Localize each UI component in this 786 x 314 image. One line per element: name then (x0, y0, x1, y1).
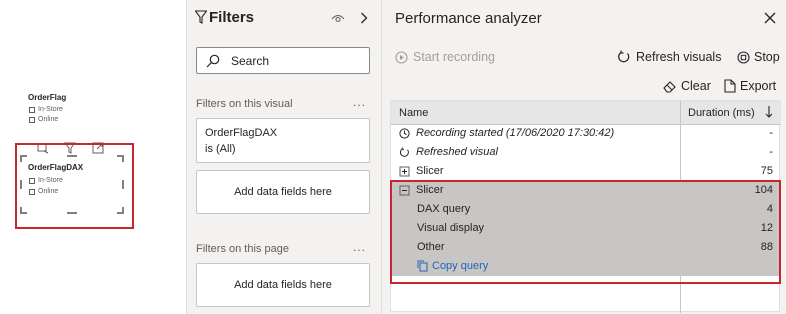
search-input[interactable]: Search (196, 47, 370, 74)
table-row[interactable]: Slicer 75 (391, 162, 779, 181)
highlight-box (390, 180, 781, 284)
row-name-cell: Slicer (399, 165, 444, 177)
export-label: Export (740, 79, 777, 93)
search-placeholder: Search (231, 54, 270, 68)
refresh-icon (618, 50, 630, 63)
row-duration: - (769, 146, 773, 158)
row-name: Refreshed visual (416, 146, 498, 158)
option-label: Online (38, 116, 59, 123)
eraser-icon (663, 80, 676, 93)
add-visual-fields-well[interactable]: Add data fields here (196, 170, 370, 214)
row-duration: 75 (760, 165, 773, 177)
column-header-name[interactable]: Name (399, 107, 428, 119)
more-options-icon[interactable]: ... (353, 95, 366, 109)
filter-icon (195, 10, 207, 24)
filters-on-page-heading: Filters on this page (196, 243, 289, 255)
row-name-cell: Recording started (17/06/2020 17:30:42) (399, 127, 614, 139)
table-row[interactable]: Recording started (17/06/2020 17:30:42) … (391, 124, 779, 143)
add-fields-label: Add data fields here (234, 186, 332, 198)
stop-button[interactable]: Stop (737, 50, 780, 64)
refresh-icon (399, 147, 409, 157)
expand-icon[interactable] (399, 166, 410, 177)
clock-icon (399, 127, 410, 139)
clear-button[interactable]: Clear (663, 79, 711, 93)
highlight-box (15, 143, 134, 229)
add-fields-label: Add data fields here (234, 279, 332, 291)
pane-title: Performance analyzer (395, 10, 542, 27)
column-header-duration[interactable]: Duration (ms) (688, 107, 755, 119)
chevron-right-icon[interactable] (360, 12, 368, 24)
refresh-visuals-button[interactable]: Refresh visuals (617, 50, 721, 64)
row-name: Recording started (17/06/2020 17:30:42) (416, 127, 615, 139)
export-icon (724, 79, 736, 93)
row-duration: - (769, 127, 773, 139)
slicer-option[interactable]: Online (29, 116, 58, 123)
row-name-cell: Refreshed visual (399, 146, 498, 158)
filters-on-visual-heading: Filters on this visual (196, 98, 293, 110)
export-button[interactable]: Export (724, 79, 776, 93)
stop-label: Stop (754, 50, 780, 64)
clear-label: Clear (681, 79, 711, 93)
slicer-option[interactable]: In-Store (29, 106, 63, 113)
refresh-visuals-label: Refresh visuals (636, 50, 722, 64)
start-recording-label: Start recording (413, 50, 495, 64)
filter-field: OrderFlagDAX (205, 127, 278, 139)
checkbox-icon[interactable] (29, 116, 35, 123)
add-page-fields-well[interactable]: Add data fields here (196, 263, 370, 307)
filters-pane: Filters Search Filters on this visual ..… (186, 0, 381, 314)
performance-analyzer-pane: Performance analyzer Start recording Ref… (381, 0, 786, 314)
more-options-icon[interactable]: ... (353, 240, 366, 254)
filter-state: is (All) (205, 143, 236, 155)
search-icon (206, 54, 220, 68)
record-icon (395, 50, 408, 64)
stop-icon (737, 50, 750, 64)
filters-title: Filters (209, 9, 255, 26)
row-name: Slicer (416, 165, 444, 177)
orderflag-slicer[interactable]: OrderFlag In-Store Online (22, 88, 122, 140)
column-divider[interactable] (680, 101, 681, 125)
slicer-title: OrderFlag (28, 93, 67, 102)
sort-descending-icon[interactable] (765, 105, 773, 119)
start-recording-button[interactable]: Start recording (395, 50, 495, 64)
table-header: Name Duration (ms) (391, 101, 781, 125)
checkbox-icon[interactable] (29, 106, 35, 113)
option-label: In-Store (38, 106, 63, 113)
table-row[interactable]: Refreshed visual - (391, 143, 779, 162)
close-icon[interactable] (764, 12, 776, 24)
report-canvas: OrderFlag In-Store Online OrderFlagDAX I… (0, 0, 186, 314)
eye-icon[interactable] (331, 12, 345, 24)
filter-card[interactable]: OrderFlagDAX is (All) (196, 118, 370, 163)
